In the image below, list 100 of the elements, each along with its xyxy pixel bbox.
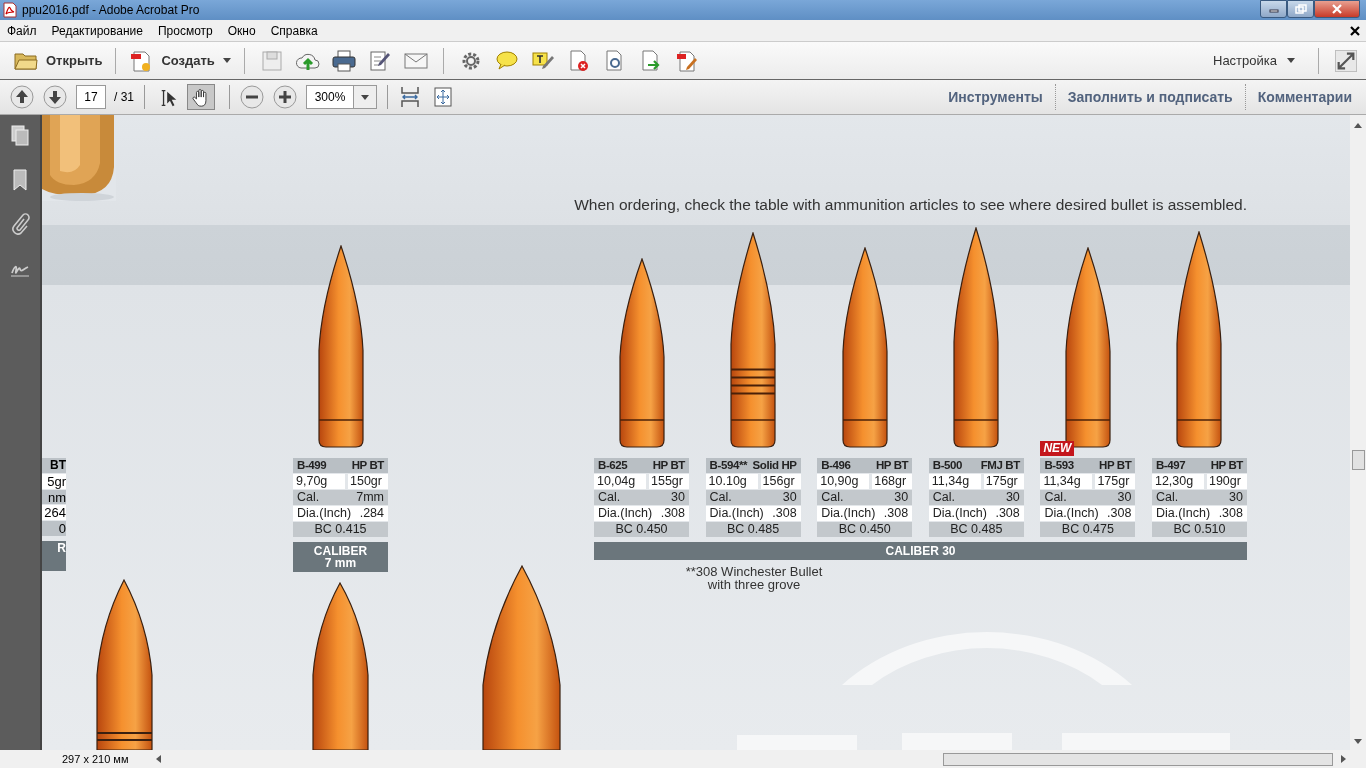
row-label: Cal. — [709, 490, 732, 505]
minimize-button[interactable] — [1260, 0, 1287, 18]
zoom-out-icon[interactable] — [240, 85, 264, 109]
close-icon[interactable] — [1350, 25, 1360, 36]
bullet-code: B-500 — [932, 458, 963, 473]
table-cell: 30 — [782, 490, 797, 505]
table-cell: BC 0.485 — [705, 522, 801, 537]
table-cell: nm — [42, 489, 66, 505]
caret-icon — [361, 94, 369, 100]
caret-icon — [1287, 58, 1295, 63]
footnote: **308 Winchester Bullet with three grove — [684, 565, 824, 591]
table-cell: BT — [42, 458, 66, 473]
row-label: Cal. — [1155, 490, 1179, 505]
row-label: Dia.(Inch) — [932, 506, 987, 521]
bullet-type: Solid HP — [752, 458, 797, 473]
bullet-code: B-496 — [821, 458, 851, 473]
scrollbar-thumb[interactable] — [943, 752, 1333, 766]
row-label: Dia.(Inch) — [821, 506, 876, 521]
table-cell: BC 0.450 — [594, 522, 689, 537]
table-cell: 156gr — [760, 474, 801, 489]
scroll-left-icon[interactable] — [156, 755, 161, 763]
table-cell: 30 — [1005, 490, 1020, 505]
create-button[interactable]: Создать — [125, 46, 235, 75]
row-label: Dia.(Inch) — [1155, 506, 1211, 521]
scroll-right-icon[interactable] — [1341, 755, 1346, 763]
pdf-edit-icon[interactable] — [674, 49, 699, 72]
table-cell: 9,70g — [293, 474, 345, 489]
menu-item[interactable]: Просмотр — [157, 23, 213, 38]
cursor-icon — [159, 88, 179, 108]
paperclip-icon[interactable] — [9, 213, 31, 235]
panel-tab[interactable]: Инструменты — [948, 89, 1043, 105]
table-cell: 168gr — [872, 474, 913, 489]
row-label: Dia.(Inch) — [1044, 506, 1099, 521]
window-title: ppu2016.pdf - Adobe Acrobat Pro — [22, 3, 200, 17]
menu-item[interactable]: Справка — [270, 23, 318, 38]
table-cell: 7mm — [356, 490, 384, 505]
scrollbar-thumb[interactable] — [1351, 450, 1365, 470]
hand-tool-button[interactable] — [187, 84, 215, 110]
row-label: Cal. — [1044, 490, 1067, 505]
row-label: Dia.(Inch) — [598, 506, 653, 521]
table-cell: BC 0.475 — [1040, 522, 1136, 537]
menu-item[interactable]: Редактирование — [51, 23, 143, 38]
bullet-type: HP BT — [351, 458, 384, 473]
restore-button[interactable] — [1287, 0, 1314, 18]
table-cell: 175gr — [1095, 474, 1136, 489]
panel-tab[interactable]: Заполнить и подписать — [1067, 89, 1233, 105]
row-label: Dia.(Inch) — [709, 506, 764, 521]
table-cell: 10,04g — [594, 474, 646, 489]
new-badge: NEW — [1040, 441, 1075, 456]
table-cell: BC 0.415 — [293, 522, 388, 537]
open-button[interactable]: Открыть — [10, 48, 107, 73]
table-cell: .284 — [359, 506, 384, 521]
menu-item[interactable]: Файл — [7, 23, 37, 38]
table-cell: 11,34g — [928, 474, 981, 489]
close-button[interactable] — [1314, 0, 1360, 18]
table-cell: .308 — [660, 506, 685, 521]
table-cell: 5gr — [42, 473, 66, 489]
caliber-banner: CALIBER 7 mm — [293, 542, 388, 572]
page-number-field[interactable]: 17 — [76, 85, 106, 109]
edit-document-icon[interactable] — [367, 49, 392, 72]
caret-icon — [222, 58, 231, 63]
table-cell: 10,90g — [817, 474, 870, 489]
row-label: Cal. — [821, 490, 844, 505]
folder-icon — [14, 50, 38, 71]
table-cell: BC 0.450 — [817, 522, 913, 537]
table-cell: BC 0.510 — [1151, 522, 1247, 537]
print-icon[interactable] — [331, 49, 356, 72]
comment-icon[interactable] — [494, 49, 519, 72]
table-cell: 155gr — [649, 474, 689, 489]
table-cell: .308 — [995, 506, 1020, 521]
table-cell: 150gr — [348, 474, 388, 489]
pages-icon[interactable] — [9, 125, 31, 147]
bullet-code: B-594** — [709, 458, 748, 473]
scroll-down-icon[interactable] — [1354, 739, 1362, 744]
panel-tab[interactable]: Комментарии — [1257, 89, 1352, 105]
customize-dropdown[interactable]: Настройка — [1207, 52, 1301, 69]
menu-item[interactable]: Окно — [227, 23, 256, 38]
ordering-note: When ordering, check the table with ammunition articles to see where desired bullet is assembled. — [573, 195, 1248, 215]
zoom-in-icon[interactable] — [273, 85, 297, 109]
fit-width-icon[interactable] — [398, 85, 422, 109]
restore-icon — [1294, 4, 1307, 14]
scroll-up-icon[interactable] — [1354, 123, 1362, 128]
table-cell: .308 — [1218, 506, 1243, 521]
fit-page-icon[interactable] — [431, 85, 455, 109]
table-cell: .308 — [883, 506, 909, 521]
table-cell: 30 — [1229, 490, 1243, 505]
next-page-icon[interactable] — [43, 85, 67, 109]
table-cell: 30 — [1117, 490, 1132, 505]
previous-page-icon[interactable] — [10, 85, 34, 109]
row-label: Dia.(Inch) — [297, 506, 352, 521]
caliber-banner: CALIBER 30 — [594, 542, 1247, 560]
table-cell: 12,30g — [1151, 474, 1204, 489]
expand-icon[interactable] — [1334, 49, 1358, 72]
table-cell: 190gr — [1206, 474, 1247, 489]
table-cell: 30 — [894, 490, 909, 505]
text-highlight-icon[interactable] — [530, 49, 555, 72]
zoom-dropdown[interactable]: 300% — [306, 85, 377, 109]
bullet-type: FMJ BT — [980, 458, 1020, 473]
bullet-code: B-497 — [1155, 458, 1186, 473]
table-cell: 10.10g — [705, 474, 758, 489]
